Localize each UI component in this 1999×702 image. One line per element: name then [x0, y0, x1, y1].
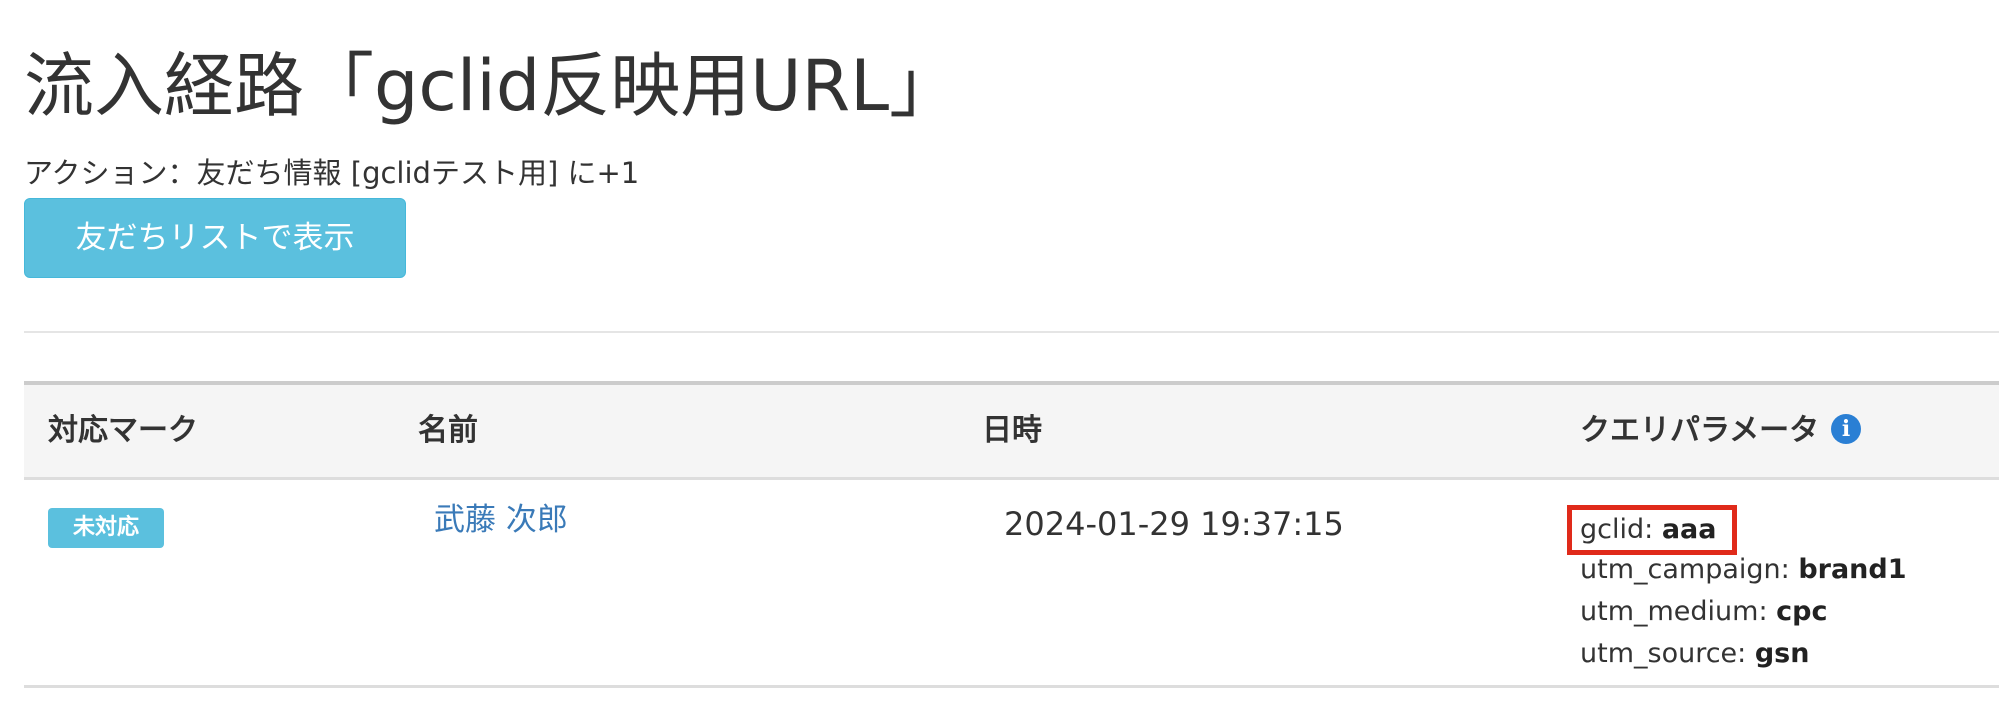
inflow-table: 対応マーク 名前 日時 クエリパラメータ i 未対応 武藤 次郎 2024-01-… — [24, 381, 1999, 688]
column-header-datetime: 日時 — [982, 413, 1042, 448]
section-divider — [24, 331, 1999, 333]
column-header-query-label: クエリパラメータ — [1580, 413, 1820, 448]
column-header-name: 名前 — [418, 413, 478, 448]
column-header-mark: 対応マーク — [48, 413, 198, 448]
show-in-friend-list-button[interactable]: 友だちリストで表示 — [24, 198, 406, 278]
query-param-utm-campaign: utm_campaign: brand1 — [1580, 554, 1907, 585]
page-title: 流入経路「gclid反映用URL」 — [24, 45, 960, 127]
page: 流入経路「gclid反映用URL」 アクション：友だち情報 [gclidテスト用… — [0, 0, 1999, 702]
action-description: アクション：友だち情報 [gclidテスト用] に+1 — [24, 156, 640, 190]
query-parameter-list: gclid: aaa utm_campaign: brand1 utm_medi… — [1567, 505, 1907, 675]
friend-name-link[interactable]: 武藤 次郎 — [434, 498, 568, 542]
datetime-cell: 2024-01-29 19:37:15 — [1004, 505, 1344, 543]
table-row: 未対応 武藤 次郎 2024-01-29 19:37:15 gclid: aaa… — [24, 480, 1999, 688]
query-param-gclid: gclid: aaa — [1567, 505, 1738, 555]
query-param-utm-medium: utm_medium: cpc — [1580, 596, 1828, 627]
status-badge: 未対応 — [48, 508, 164, 548]
query-param-utm-source: utm_source: gsn — [1580, 638, 1810, 669]
table-header: 対応マーク 名前 日時 クエリパラメータ i — [24, 385, 1999, 480]
column-header-query: クエリパラメータ i — [1580, 385, 1862, 477]
info-icon[interactable]: i — [1831, 413, 1862, 444]
